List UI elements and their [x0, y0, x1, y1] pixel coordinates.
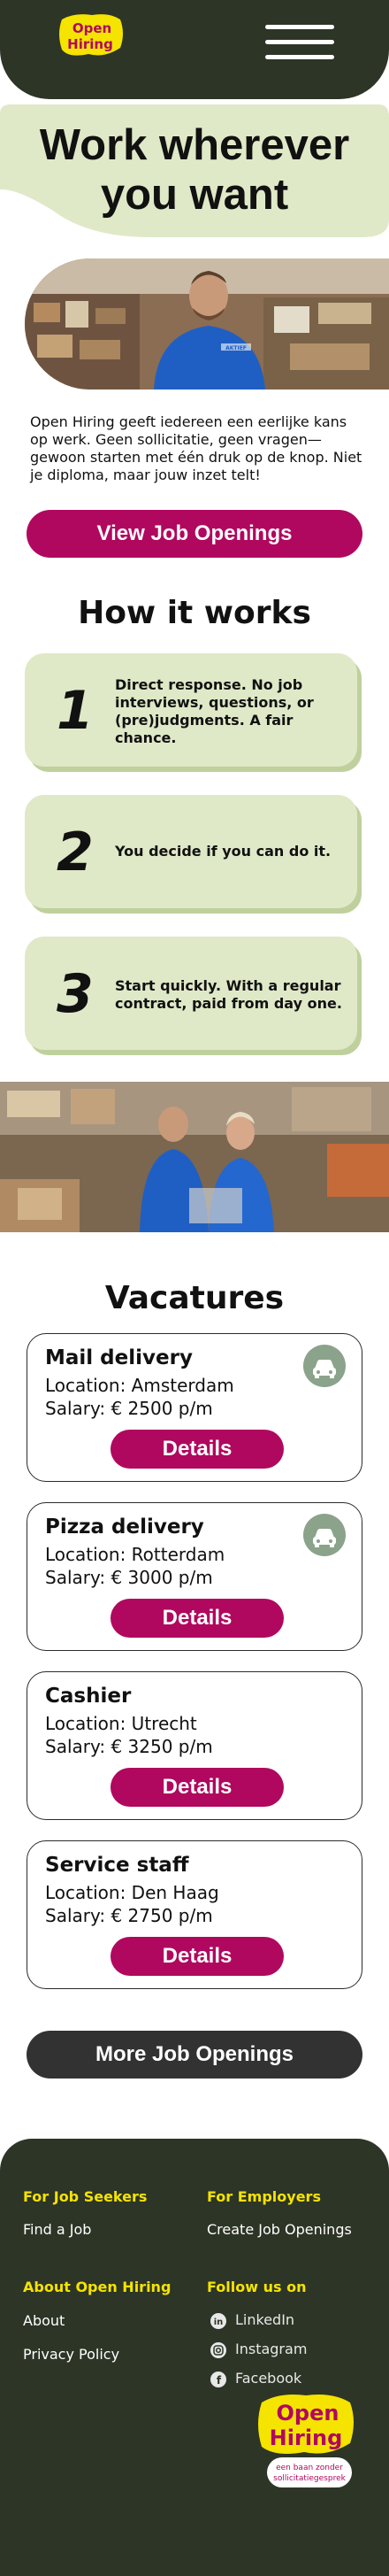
svg-text:sollicitatiegesprek: sollicitatiegesprek	[273, 2474, 346, 2483]
car-icon	[303, 1345, 346, 1387]
hero-photo: AKTIEF	[25, 258, 389, 389]
vacancy-location: Location: Amsterdam	[45, 1375, 234, 1396]
svg-text:Hiring: Hiring	[270, 2426, 343, 2450]
svg-text:AKTIEF: AKTIEF	[225, 345, 247, 351]
footer-heading-employers: For Employers	[207, 2188, 321, 2205]
vacancy-location: Location: Den Haag	[45, 1882, 219, 1903]
step-card-2: 2 You decide if you can do it.	[25, 795, 357, 908]
step-number: 1	[57, 680, 94, 742]
social-link-linkedin[interactable]: LinkedIn	[235, 2311, 294, 2328]
vacancy-location: Location: Utrecht	[45, 1713, 197, 1734]
how-it-works-title: How it works	[78, 595, 311, 631]
instagram-icon[interactable]	[210, 2342, 226, 2358]
vacancy-salary: Salary: € 3000 p/m	[45, 1567, 213, 1588]
vacancy-card: Pizza delivery Location: Rotterdam Salar…	[27, 1502, 362, 1651]
step-card-1: 1 Direct response. No job interviews, qu…	[25, 653, 357, 767]
footer-link-privacy-policy[interactable]: Privacy Policy	[23, 2346, 119, 2363]
hero-title: Work wherever you want	[39, 121, 350, 219]
step-text: You decide if you can do it.	[115, 843, 332, 860]
more-job-openings-button[interactable]: More Job Openings	[27, 2031, 362, 2079]
vacancy-salary: Salary: € 2750 p/m	[45, 1905, 213, 1926]
svg-text:een baan zonder: een baan zonder	[276, 2464, 343, 2472]
vacancy-card: Cashier Location: Utrecht Salary: € 3250…	[27, 1671, 362, 1820]
vacancy-title: Service staff	[45, 1854, 189, 1877]
vacancy-title: Pizza delivery	[45, 1516, 204, 1539]
svg-text:Hiring: Hiring	[67, 36, 113, 52]
svg-text:in: in	[214, 2318, 224, 2327]
social-link-facebook[interactable]: Facebook	[235, 2370, 301, 2387]
step-number: 3	[57, 963, 94, 1025]
details-button[interactable]: Details	[111, 1430, 284, 1469]
footer-link-find-a-job[interactable]: Find a Job	[23, 2221, 91, 2238]
details-button[interactable]: Details	[111, 1768, 284, 1807]
step-text: Direct response. No job interviews, ques…	[115, 676, 314, 746]
vacancy-title: Mail delivery	[45, 1346, 193, 1369]
details-button[interactable]: Details	[111, 1599, 284, 1638]
footer-open-hiring-logo[interactable]: Open Hiring een baan zonder sollicitatie…	[255, 2392, 357, 2491]
social-link-instagram[interactable]: Instagram	[235, 2341, 307, 2357]
footer-heading-job-seekers: For Job Seekers	[23, 2188, 148, 2205]
open-hiring-logo[interactable]: Open Hiring	[57, 12, 126, 58]
vacancy-salary: Salary: € 2500 p/m	[45, 1398, 213, 1419]
svg-text:Open: Open	[277, 2401, 339, 2426]
vacancies-title: Vacatures	[104, 1280, 285, 1316]
hero-intro-text: Open Hiring geeft iedereen een eerlijke …	[30, 413, 362, 483]
team-photo	[0, 1082, 389, 1232]
vacancy-title: Cashier	[45, 1685, 132, 1708]
svg-text:Open: Open	[72, 20, 111, 36]
details-button[interactable]: Details	[111, 1937, 284, 1976]
step-number: 2	[57, 821, 94, 883]
view-job-openings-button[interactable]: View Job Openings	[27, 510, 362, 558]
hamburger-menu-icon[interactable]	[265, 25, 334, 64]
footer-link-about[interactable]: About	[23, 2312, 65, 2329]
vacancy-card: Service staff Location: Den Haag Salary:…	[27, 1840, 362, 1989]
vacancy-salary: Salary: € 3250 p/m	[45, 1736, 213, 1757]
vacancy-location: Location: Rotterdam	[45, 1544, 225, 1565]
footer-heading-about: About Open Hiring	[23, 2279, 172, 2295]
footer-link-create-job-openings[interactable]: Create Job Openings	[207, 2221, 352, 2238]
car-icon	[303, 1514, 346, 1556]
footer-heading-follow-us: Follow us on	[207, 2279, 307, 2295]
facebook-icon[interactable]: f	[210, 2372, 226, 2387]
site-header: Open Hiring	[0, 0, 389, 99]
step-card-3: 3 Start quickly. With a regular contract…	[25, 937, 357, 1050]
linkedin-icon[interactable]: in	[210, 2313, 226, 2329]
step-text: Start quickly. With a regular contract, …	[115, 977, 342, 1012]
svg-text:f: f	[217, 2374, 222, 2387]
vacancy-card: Mail delivery Location: Amsterdam Salary…	[27, 1333, 362, 1482]
